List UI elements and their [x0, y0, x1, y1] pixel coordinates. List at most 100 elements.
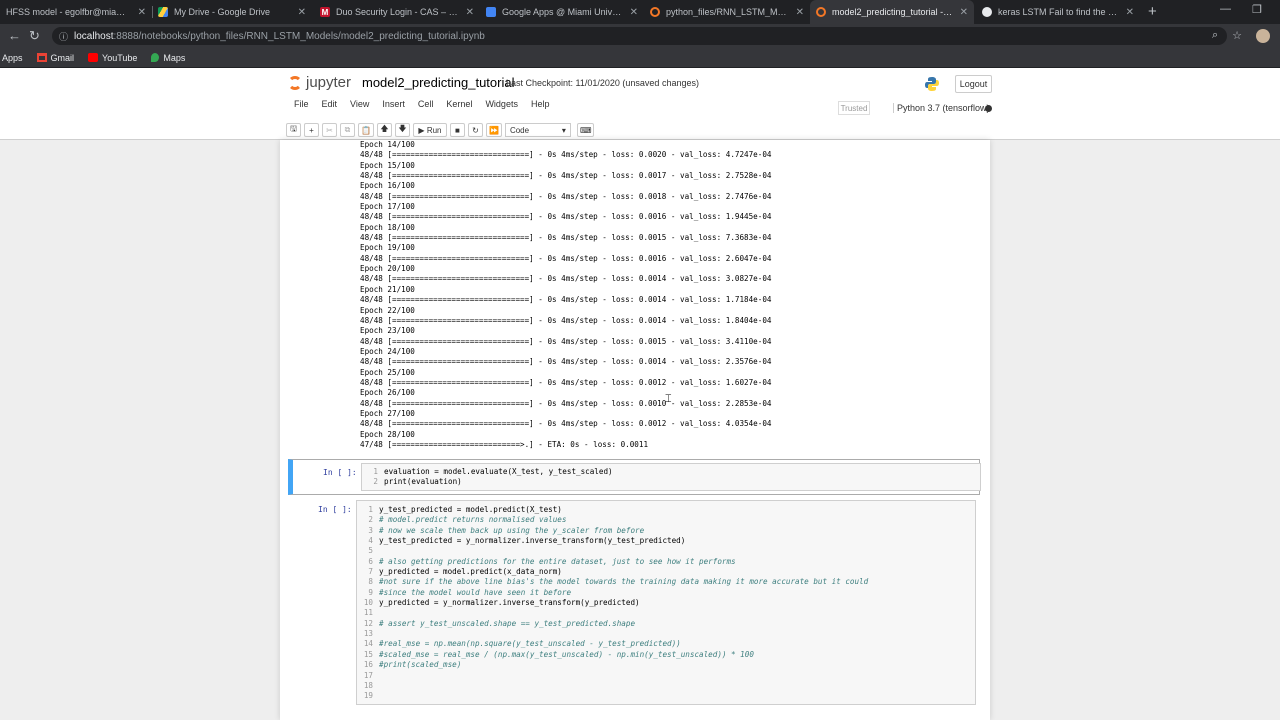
back-arrow-icon[interactable]: ←: [8, 28, 21, 43]
logout-button[interactable]: Logout: [955, 75, 992, 93]
close-icon[interactable]: ✕: [960, 7, 968, 18]
line-number: 5: [368, 546, 373, 556]
close-icon[interactable]: ✕: [630, 7, 638, 18]
jupyter-header: jupyter model2_predicting_tutorial Last …: [0, 68, 1280, 140]
command-palette-button[interactable]: ⌨: [576, 123, 595, 137]
code-text: #real_mse = np.mean(np.square(y_test_uns…: [379, 639, 681, 649]
close-icon[interactable]: ✕: [1126, 7, 1134, 18]
interrupt-button[interactable]: ■: [449, 123, 465, 137]
copy-button[interactable]: ⧉: [340, 123, 355, 137]
bookmark-label: YouTube: [102, 52, 138, 63]
output-line: Epoch 22/100: [360, 305, 415, 315]
code-text: #since the model would have seen it befo…: [379, 587, 572, 597]
info-icon[interactable]: ⓘ: [59, 30, 68, 43]
line-number: 1: [373, 467, 378, 476]
run-label: Run: [426, 125, 442, 135]
output-line: Epoch 16/100: [360, 181, 415, 191]
trusted-indicator[interactable]: Trusted: [838, 101, 870, 115]
code-text: #print(scaled_mse): [379, 660, 462, 670]
cell-type-value: Code: [509, 125, 530, 135]
menu-cell[interactable]: Cell: [418, 99, 434, 109]
bookmark-apps[interactable]: Apps: [2, 53, 23, 63]
output-line: 48/48 [==============================] -…: [360, 150, 772, 160]
line-number: 12: [363, 618, 373, 628]
menu-view[interactable]: View: [350, 99, 369, 109]
output-line: 48/48 [==============================] -…: [360, 253, 772, 263]
code-input[interactable]: 1 evaluation = model.evaluate(X_test, y_t…: [361, 463, 981, 491]
restore-icon[interactable]: ❐: [1252, 3, 1262, 16]
menu-bar: File Edit View Insert Cell Kernel Widget…: [288, 99, 556, 109]
code-text: y_predicted = model.predict(x_data_norm): [379, 567, 562, 577]
restart-run-all-button[interactable]: ⏩: [485, 123, 502, 137]
move-down-button[interactable]: 🡇: [394, 123, 410, 137]
save-button[interactable]: 🖫: [286, 123, 301, 137]
jupyter-logo[interactable]: jupyter: [288, 74, 351, 91]
code-line: 14 #real_mse = np.mean(np.square(y_test_u…: [357, 639, 975, 649]
close-icon[interactable]: ✕: [796, 7, 804, 18]
code-cell-predict[interactable]: In [ ]: 1 y_test_predicted = model.predic…: [288, 500, 980, 708]
output-line: Epoch 20/100: [360, 264, 415, 274]
address-bar-row: ← ↻ ⓘ localhost:8888/notebooks/python_fi…: [0, 24, 1280, 48]
output-line: 47/48 [============================>.] -…: [360, 439, 649, 449]
line-number: 2: [368, 515, 373, 525]
output-line: 48/48 [==============================] -…: [360, 419, 772, 429]
minimize-icon[interactable]: —: [1220, 3, 1231, 15]
close-icon[interactable]: ✕: [466, 7, 474, 18]
tab-model2-notebook[interactable]: model2_predicting_tutorial - Jupy ✕: [810, 0, 974, 24]
code-input[interactable]: 1 y_test_predicted = model.predict(X_test…: [356, 500, 976, 705]
restart-button[interactable]: ↻: [467, 123, 483, 137]
bookmark-maps[interactable]: Maps: [151, 53, 185, 63]
code-line: 11: [357, 608, 975, 618]
menu-file[interactable]: File: [294, 99, 309, 109]
code-text: y_predicted = y_normalizer.inverse_trans…: [379, 598, 640, 608]
code-line: 3 # now we scale them back up using the y…: [357, 526, 975, 536]
move-up-button[interactable]: 🡅: [376, 123, 392, 137]
cut-button[interactable]: ✂: [322, 123, 337, 137]
tab-google-apps[interactable]: Google Apps @ Miami University ✕: [480, 0, 644, 24]
code-text: y_test_predicted = model.predict(X_test): [379, 505, 562, 514]
tab-google-drive[interactable]: My Drive - Google Drive ✕: [152, 0, 312, 24]
tab-keras-lstm-issue[interactable]: keras LSTM Fail to find the dnn i ✕: [976, 0, 1140, 24]
bookmark-gmail[interactable]: Gmail: [36, 52, 75, 63]
chevron-down-icon: ▾: [561, 125, 566, 135]
paste-button[interactable]: 📋: [358, 123, 374, 137]
avatar[interactable]: [1256, 29, 1270, 43]
code-cell-evaluate[interactable]: In [ ]: 1 evaluation = model.evaluate(X_t…: [288, 459, 981, 495]
url-path: :8888/notebooks/python_files/RNN_LSTM_Mo…: [113, 30, 485, 42]
bookmark-star-icon[interactable]: ☆: [1232, 29, 1242, 43]
menu-kernel[interactable]: Kernel: [446, 99, 472, 109]
menu-insert[interactable]: Insert: [382, 99, 405, 109]
tab-title: keras LSTM Fail to find the dnn i: [998, 7, 1120, 17]
cell-type-select[interactable]: Code ▾: [504, 123, 571, 137]
line-number: 1: [368, 505, 373, 514]
youtube-icon: [88, 53, 99, 62]
tab-duo-security[interactable]: M Duo Security Login - CAS – Cent ✕: [314, 0, 480, 24]
bookmark-label: Apps: [2, 52, 23, 63]
line-number: 7: [368, 567, 373, 577]
code-line: 6 # also getting predictions for the enti…: [357, 557, 975, 567]
notebook-name[interactable]: model2_predicting_tutorial: [362, 75, 514, 90]
new-tab-plus-icon[interactable]: +: [1148, 3, 1157, 20]
close-icon[interactable]: ✕: [298, 7, 306, 18]
menu-edit[interactable]: Edit: [322, 99, 338, 109]
insert-cell-button[interactable]: +: [304, 123, 319, 137]
bookmark-youtube[interactable]: YouTube: [88, 53, 137, 63]
bookmark-label: Gmail: [50, 52, 75, 63]
output-line: 48/48 [==============================] -…: [360, 377, 772, 387]
url-field[interactable]: ⓘ localhost:8888/notebooks/python_files/…: [52, 27, 1227, 45]
code-line: 5: [357, 546, 975, 556]
menu-widgets[interactable]: Widgets: [485, 99, 518, 109]
reload-icon[interactable]: ↻: [29, 28, 40, 44]
code-text: # assert y_test_unscaled.shape == y_test…: [379, 618, 636, 628]
output-line: 48/48 [==============================] -…: [360, 315, 772, 325]
zoom-icon[interactable]: ⌕: [1212, 29, 1218, 43]
tab-hfss-model[interactable]: HFSS model - egolfbr@miamioh ✕: [0, 0, 152, 24]
tab-rnn-lstm-folder[interactable]: python_files/RNN_LSTM_Models ✕: [644, 0, 810, 24]
line-number: 15: [363, 649, 373, 659]
close-icon[interactable]: ✕: [138, 7, 146, 18]
run-button[interactable]: ▶ Run: [412, 123, 447, 137]
cell-prompt: In [ ]:: [318, 505, 352, 514]
line-number: 17: [363, 670, 373, 680]
output-line: Epoch 24/100: [360, 346, 415, 356]
menu-help[interactable]: Help: [531, 99, 550, 109]
